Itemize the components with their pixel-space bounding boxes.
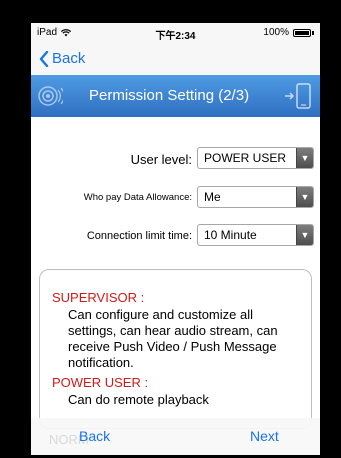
role-text-power-user: Can do remote playback bbox=[68, 392, 209, 407]
user-level-select[interactable]: POWER USER ▼ bbox=[197, 147, 314, 169]
dropdown-arrow-icon: ▼ bbox=[296, 148, 313, 168]
data-allowance-value: Me bbox=[204, 190, 221, 204]
connection-limit-value: 10 Minute bbox=[204, 228, 257, 242]
bottom-back-button[interactable]: Back bbox=[79, 428, 110, 444]
user-level-value: POWER USER bbox=[204, 151, 287, 165]
navigation-bar: Back bbox=[31, 43, 320, 75]
dropdown-arrow-icon: ▼ bbox=[296, 187, 313, 207]
back-button-label: Back bbox=[52, 50, 86, 67]
role-description-box[interactable]: SUPERVISOR : Can configure and customize… bbox=[39, 269, 312, 429]
connection-limit-row: Connection limit time: 10 Minute ▼ bbox=[31, 224, 320, 248]
title-banner: Permission Setting (2/3) bbox=[31, 75, 320, 117]
phone-icon bbox=[285, 83, 311, 109]
battery-icon bbox=[293, 28, 311, 37]
data-allowance-select[interactable]: Me ▼ bbox=[197, 186, 314, 208]
connection-limit-label: Connection limit time: bbox=[86, 230, 192, 242]
status-bar: iPad 下午2:34 100% bbox=[31, 23, 320, 43]
page-title: Permission Setting (2/3) bbox=[89, 87, 250, 104]
back-button[interactable]: Back bbox=[39, 50, 85, 67]
battery-percent: 100% bbox=[263, 27, 289, 38]
dropdown-arrow-icon: ▼ bbox=[296, 225, 313, 245]
bottom-toolbar: NORM Back Next bbox=[31, 418, 320, 455]
user-level-row: User level: POWER USER ▼ bbox=[31, 147, 320, 171]
role-title-power-user: POWER USER : bbox=[52, 375, 149, 390]
user-level-label: User level: bbox=[130, 152, 192, 167]
role-title-supervisor: SUPERVISOR : bbox=[52, 290, 145, 305]
data-allowance-label: Who pay Data Allowance: bbox=[83, 192, 192, 203]
chevron-left-icon bbox=[39, 50, 49, 67]
status-right: 100% bbox=[263, 27, 314, 38]
role-text-supervisor: Can configure and customize all settings… bbox=[68, 307, 278, 370]
camera-icon bbox=[38, 86, 63, 106]
connection-limit-select[interactable]: 10 Minute ▼ bbox=[197, 224, 314, 246]
role-description-content: SUPERVISOR : Can configure and customize… bbox=[40, 270, 311, 412]
battery-tip bbox=[312, 30, 314, 35]
next-button[interactable]: Next bbox=[250, 428, 279, 444]
app-screen: iPad 下午2:34 100% Back Permission Setting… bbox=[31, 23, 320, 455]
data-allowance-row: Who pay Data Allowance: Me ▼ bbox=[31, 186, 320, 210]
